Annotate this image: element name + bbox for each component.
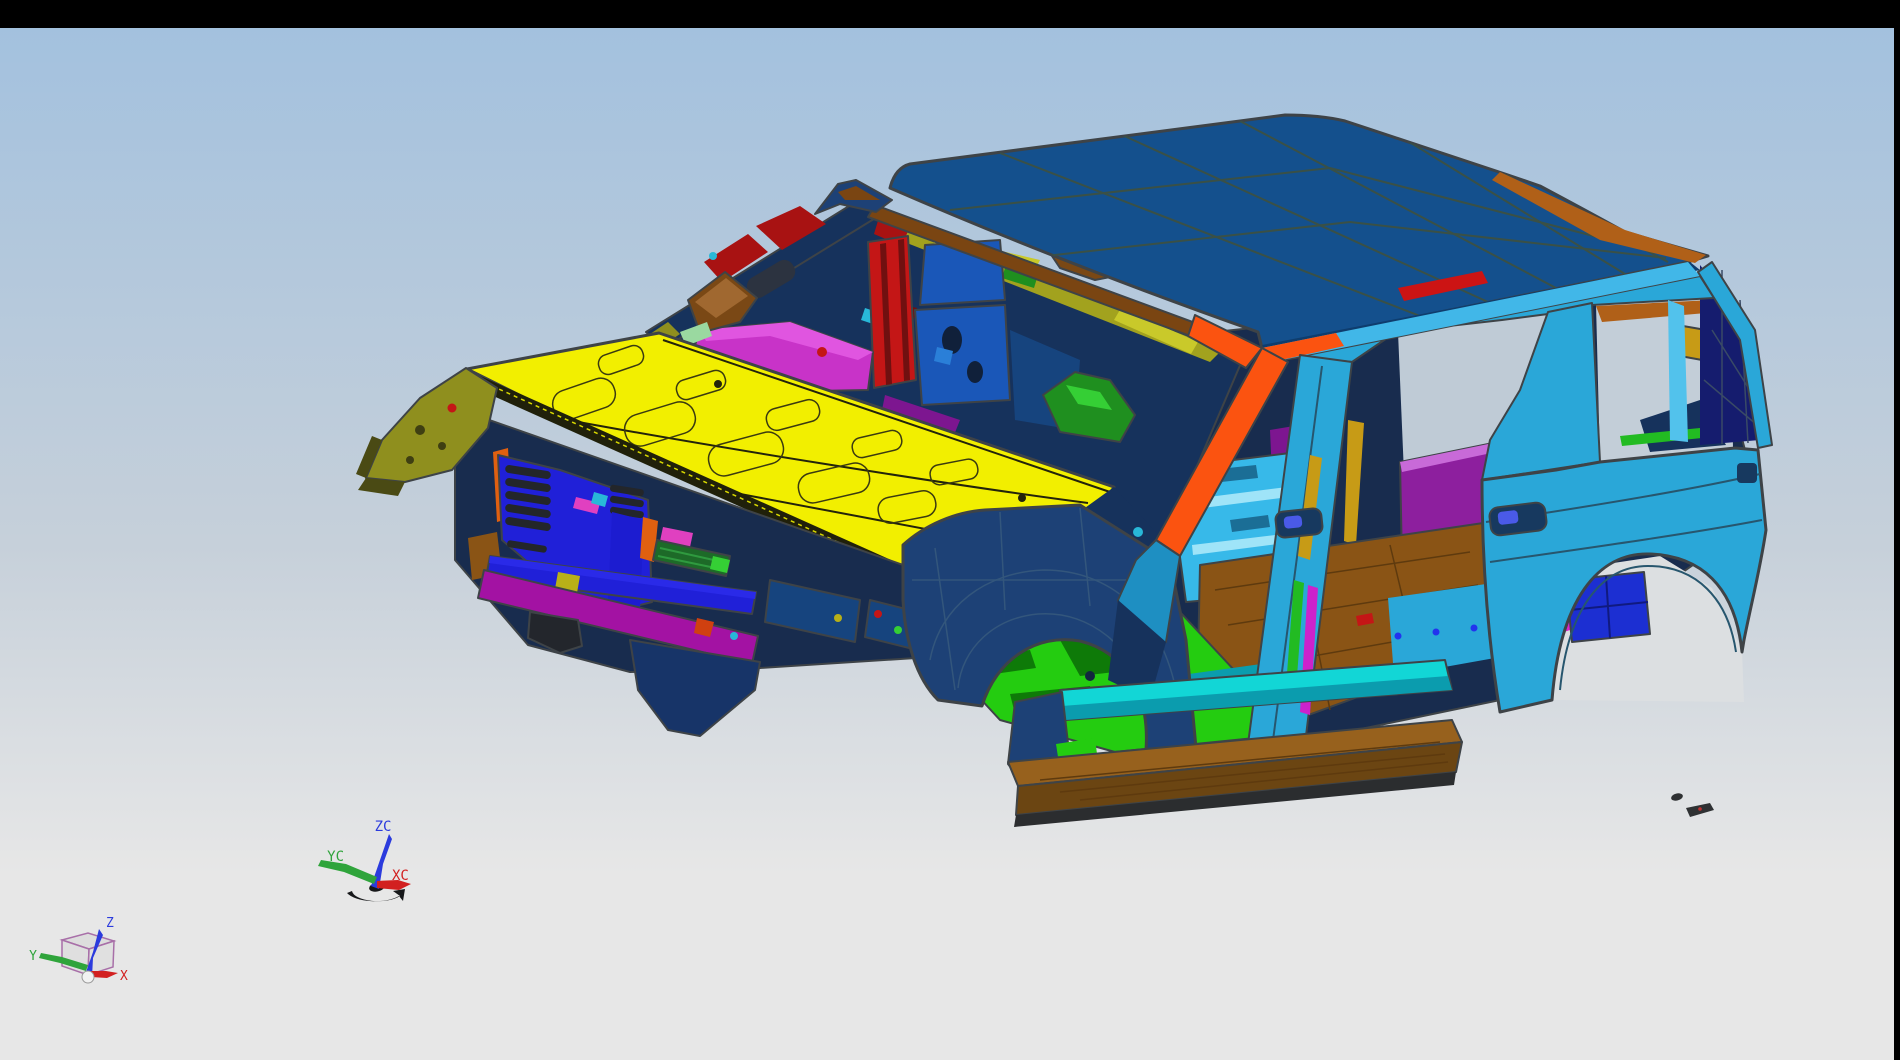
- hood-bolt-1: [714, 380, 722, 388]
- view-z-label: Z: [106, 916, 114, 931]
- sill-dot-3: [1471, 625, 1478, 632]
- bumper-cyan-dot: [730, 632, 738, 640]
- fender-hole-1: [415, 425, 425, 435]
- fender-teal-dot: [1133, 527, 1143, 537]
- cowl-red-dot: [817, 347, 827, 357]
- rear-bracket: [1737, 463, 1757, 483]
- bay-green-dot: [894, 626, 902, 634]
- sill-dot-2: [1433, 629, 1440, 636]
- view-origin-sphere: [82, 971, 94, 983]
- application-window: ZC YC XC Z Y X: [0, 0, 1900, 1060]
- handle-recess-front[interactable]: [1275, 508, 1323, 539]
- handle-recess-rear[interactable]: [1489, 502, 1548, 537]
- fender-hole-2: [438, 442, 446, 450]
- wcs-x-label: XC: [392, 868, 409, 884]
- fender-red-dot: [448, 404, 457, 413]
- bay-red-dot: [874, 610, 882, 618]
- sill-dot-1: [1395, 633, 1402, 640]
- dash-hole-2: [967, 361, 983, 383]
- bay-yellow-dot: [834, 614, 842, 622]
- cad-viewport[interactable]: ZC YC XC Z Y X: [0, 0, 1900, 1060]
- fender-hole-3: [406, 456, 414, 464]
- pillar-cyan-dot: [709, 252, 717, 260]
- hood-bolt-2: [1018, 494, 1026, 502]
- handle-glyph-front: [1283, 515, 1302, 529]
- debris-accent: [1698, 807, 1702, 811]
- wcs-z-label: ZC: [375, 819, 392, 835]
- handle-glyph-rear: [1497, 510, 1518, 525]
- fender-hole: [1085, 671, 1095, 681]
- wcs-y-label: YC: [327, 849, 344, 865]
- view-x-label: X: [120, 969, 128, 984]
- view-y-label: Y: [29, 949, 37, 964]
